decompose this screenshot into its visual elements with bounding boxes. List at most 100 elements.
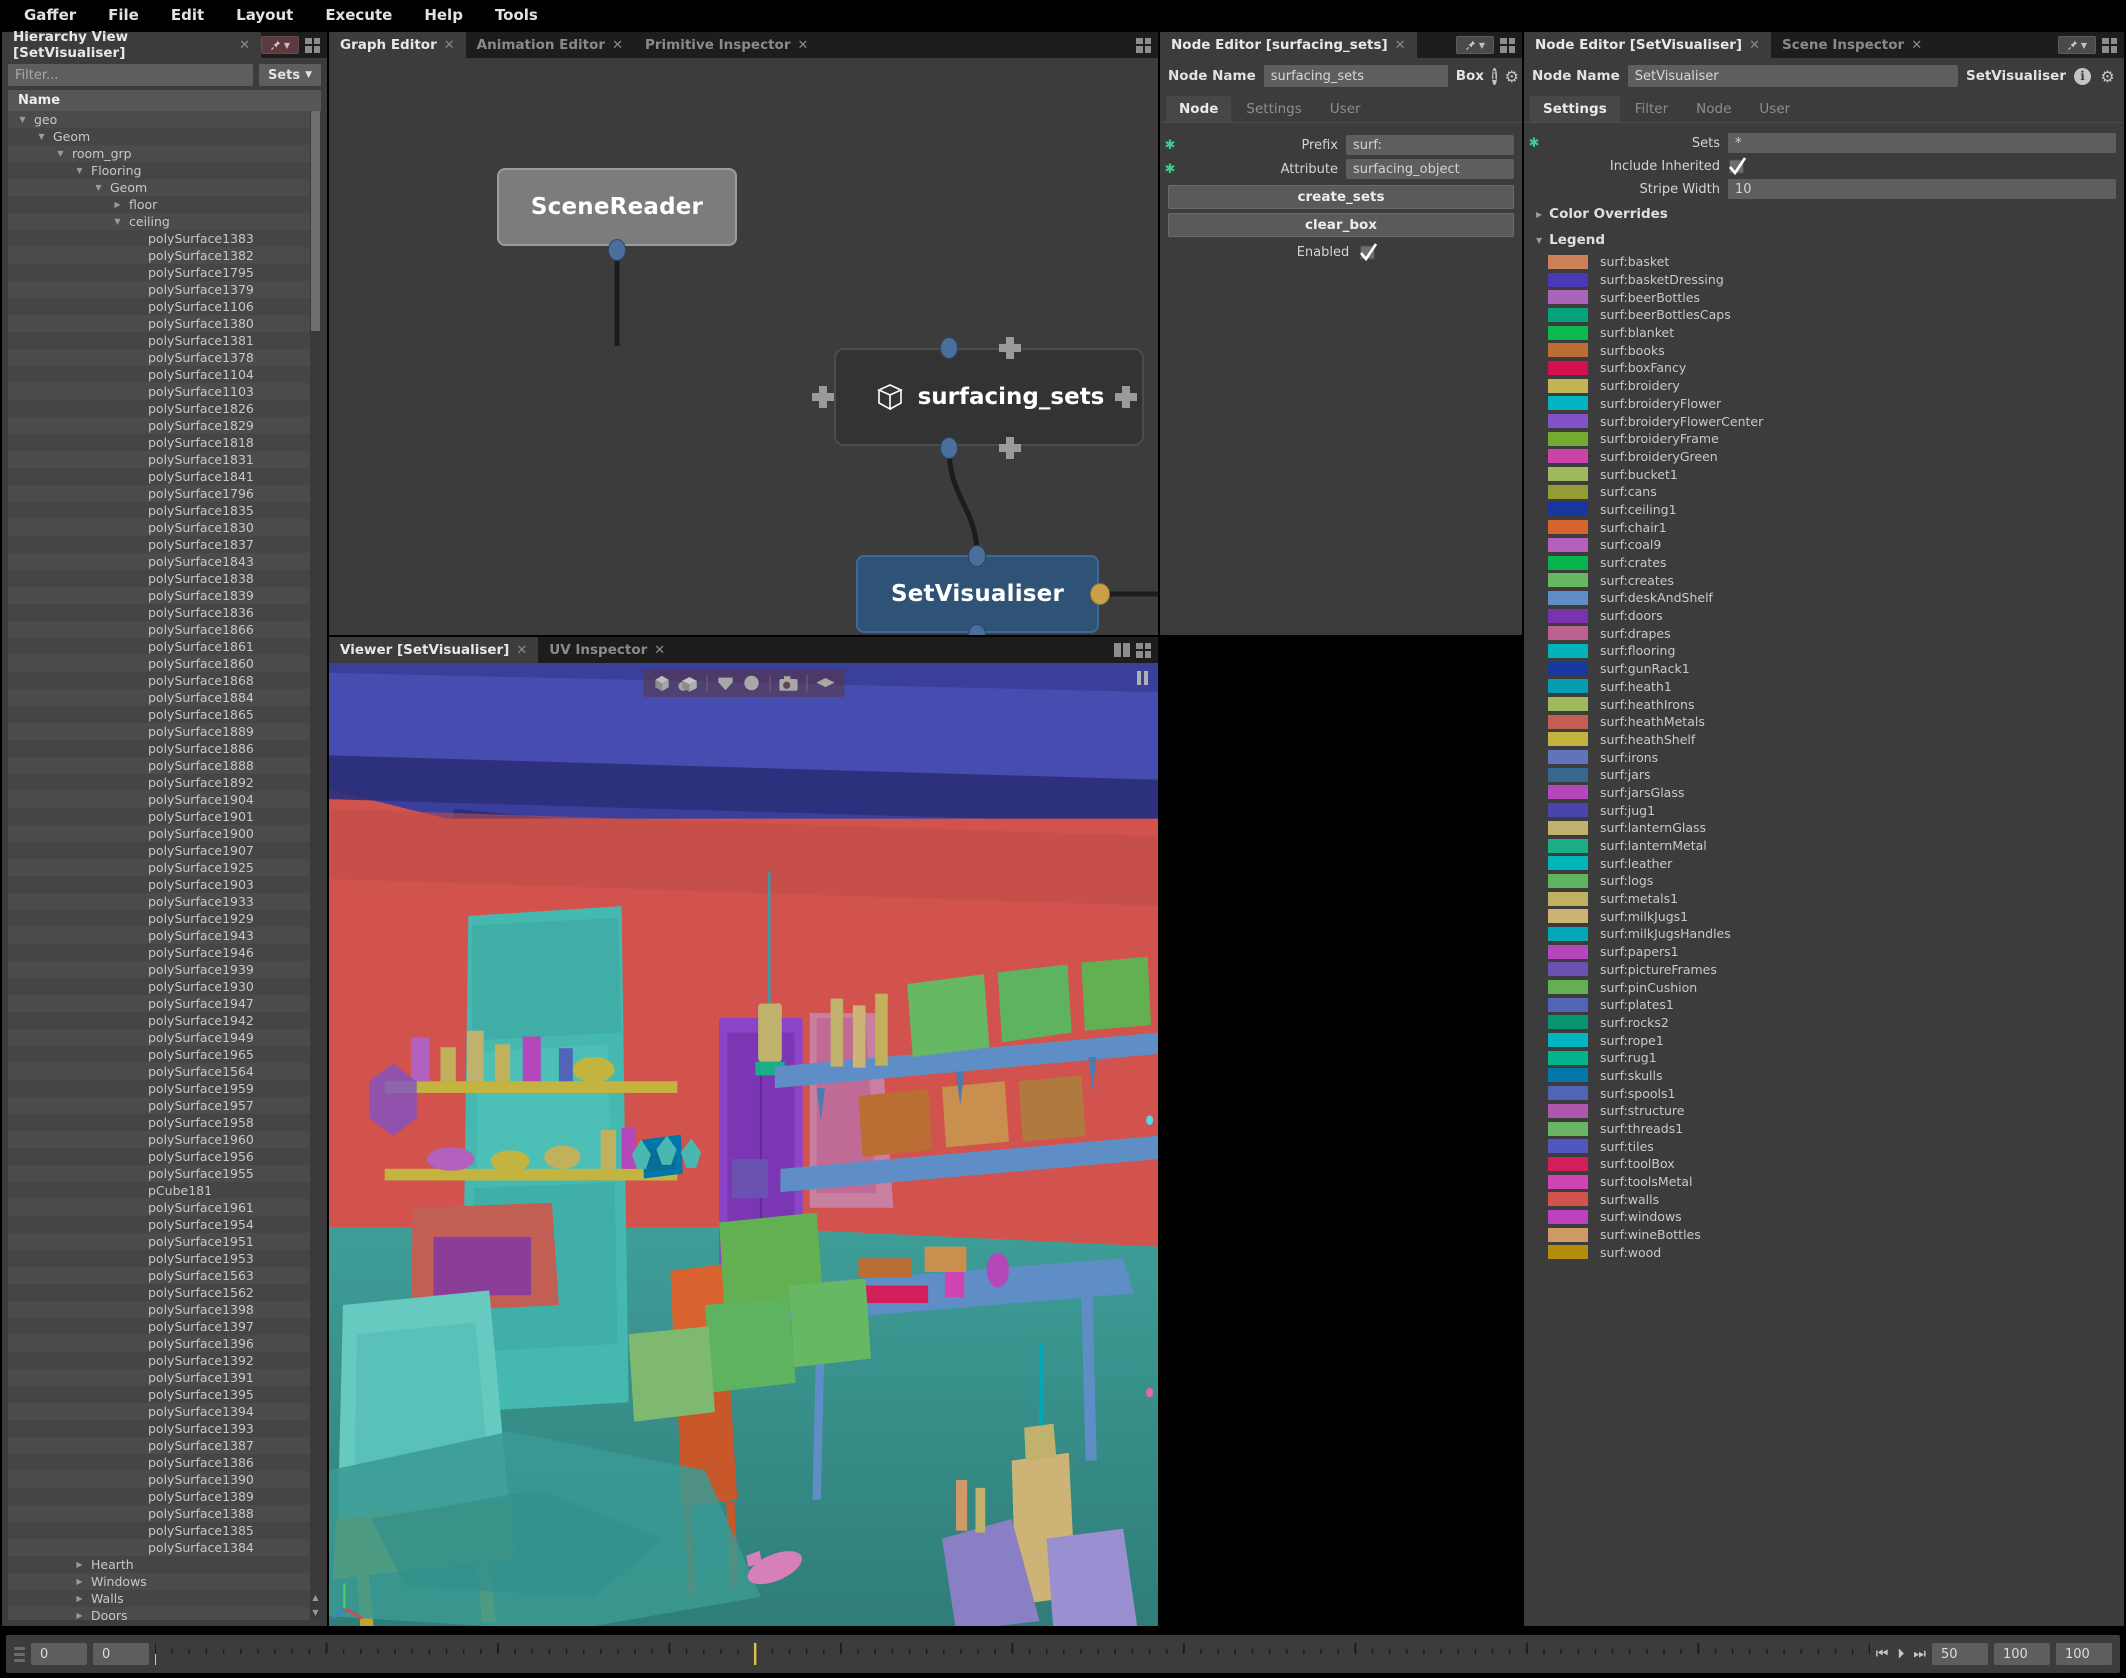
tree-row[interactable]: polySurface1385 — [8, 1522, 321, 1539]
tree-row[interactable]: polySurface1830 — [8, 519, 321, 536]
tree-row[interactable]: polySurface1838 — [8, 570, 321, 587]
tree-row[interactable]: ▼ Geom — [8, 128, 321, 145]
info-icon[interactable]: i — [2074, 67, 2091, 85]
tree-row[interactable]: polySurface1841 — [8, 468, 321, 485]
scroll-down-icon[interactable]: ▼ — [310, 1605, 321, 1620]
tree-row[interactable]: polySurface1396 — [8, 1335, 321, 1352]
scroll-up-icon[interactable]: ▲ — [310, 1590, 321, 1605]
shading-cube-icon[interactable] — [650, 672, 674, 694]
tree-row[interactable]: polySurface1564 — [8, 1063, 321, 1080]
tree-scroll-arrows[interactable]: ▲ ▼ — [310, 1590, 321, 1620]
tree-row[interactable]: polySurface1378 — [8, 349, 321, 366]
tree-row[interactable]: polySurface1866 — [8, 621, 321, 638]
section-color-overrides[interactable]: ▶ Color Overrides — [1524, 201, 2124, 227]
checkbox-checked-icon[interactable] — [1359, 243, 1378, 261]
tab-viewer[interactable]: Viewer [SetVisualiser] ✕ — [329, 637, 539, 663]
tree-row[interactable]: polySurface1795 — [8, 264, 321, 281]
timeline-current-frame[interactable]: 0 — [93, 1643, 149, 1665]
subtab-node[interactable]: Node — [1683, 96, 1744, 122]
tree-row[interactable]: polySurface1836 — [8, 604, 321, 621]
layout-grid-icon[interactable] — [1136, 642, 1151, 658]
tree-row[interactable]: polySurface1826 — [8, 400, 321, 417]
tab-node-editor-box[interactable]: Node Editor [surfacing_sets] ✕ — [1160, 32, 1417, 58]
tree-row[interactable]: polySurface1947 — [8, 995, 321, 1012]
tree-row[interactable]: polySurface1956 — [8, 1148, 321, 1165]
tree-row[interactable]: polySurface1943 — [8, 927, 321, 944]
tab-graph-editor[interactable]: Graph Editor ✕ — [329, 32, 466, 58]
create-sets-button[interactable]: create_sets — [1168, 185, 1514, 209]
tree-row[interactable]: polySurface1860 — [8, 655, 321, 672]
setvis-input-nub[interactable] — [968, 545, 986, 567]
timeline-end-field-2[interactable]: 100 — [2056, 1643, 2112, 1665]
tree-row[interactable]: polySurface1953 — [8, 1250, 321, 1267]
tree-row[interactable]: polySurface1903 — [8, 876, 321, 893]
layout-grid-icon[interactable] — [305, 37, 320, 53]
chevron-right-icon[interactable]: ▶ — [73, 1611, 86, 1620]
tree-row[interactable]: ▶ Windows — [8, 1573, 321, 1590]
tab-uv-inspector[interactable]: UV Inspector ✕ — [538, 637, 676, 663]
tree-row[interactable]: polySurface1889 — [8, 723, 321, 740]
layout-grid-icon[interactable] — [1500, 37, 1515, 53]
tree-row[interactable]: polySurface1865 — [8, 706, 321, 723]
tree-row[interactable]: polySurface1829 — [8, 417, 321, 434]
subtab-settings[interactable]: Settings — [1530, 96, 1620, 122]
close-icon[interactable]: ✕ — [1911, 38, 1922, 53]
tree-row[interactable]: ▶ Doors — [8, 1607, 321, 1620]
tree-scrollbar[interactable]: ▲ ▼ — [310, 111, 321, 1620]
close-icon[interactable]: ✕ — [612, 38, 623, 53]
tree-row[interactable]: polySurface1888 — [8, 757, 321, 774]
close-icon[interactable]: ✕ — [1749, 38, 1760, 53]
graph-canvas[interactable]: SceneReader surfacing_sets SetVisualiser — [329, 58, 1158, 635]
tab-node-editor-setvisualiser[interactable]: Node Editor [SetVisualiser] ✕ — [1524, 32, 1771, 58]
pause-render-button[interactable] — [1137, 671, 1148, 685]
graph-node-scenereader[interactable]: SceneReader — [497, 168, 737, 246]
tree-row[interactable]: polySurface1392 — [8, 1352, 321, 1369]
add-input-plus-icon[interactable] — [999, 337, 1021, 359]
tree-row[interactable]: polySurface1958 — [8, 1114, 321, 1131]
tab-scene-inspector[interactable]: Scene Inspector ✕ — [1771, 32, 1933, 58]
subtab-user[interactable]: User — [1746, 96, 1803, 122]
tree-row[interactable]: ▼ Flooring — [8, 162, 321, 179]
cube-icon[interactable] — [713, 672, 737, 694]
gear-icon[interactable]: ⚙ — [2099, 68, 2116, 85]
pin-button[interactable]: ▼ — [2058, 36, 2096, 54]
close-icon[interactable]: ✕ — [797, 38, 808, 53]
close-icon[interactable]: ✕ — [444, 38, 455, 53]
chevron-down-icon[interactable]: ▼ — [92, 183, 105, 192]
tree-row[interactable]: polySurface1843 — [8, 553, 321, 570]
chevron-down-icon[interactable]: ▼ — [73, 166, 86, 175]
chevron-down-icon[interactable]: ▼ — [35, 132, 48, 141]
param-value-prefix[interactable]: surf: — [1346, 135, 1514, 155]
tree-row[interactable]: polySurface1949 — [8, 1029, 321, 1046]
box-input-nub[interactable] — [940, 337, 958, 359]
tree-row[interactable]: polySurface1389 — [8, 1488, 321, 1505]
tree-row[interactable]: polySurface1395 — [8, 1386, 321, 1403]
add-left-plus-icon[interactable] — [812, 386, 834, 408]
tree-row[interactable]: polySurface1388 — [8, 1505, 321, 1522]
tree-row[interactable]: polySurface1907 — [8, 842, 321, 859]
subtab-user[interactable]: User — [1317, 96, 1374, 122]
tree-row[interactable]: polySurface1959 — [8, 1080, 321, 1097]
sphere-icon[interactable] — [739, 672, 763, 694]
node-output-nub[interactable] — [608, 239, 626, 261]
setvis-filter-nub[interactable] — [1090, 583, 1110, 605]
tree-row[interactable]: polySurface1930 — [8, 978, 321, 995]
tree-row[interactable]: polySurface1933 — [8, 893, 321, 910]
tree-row[interactable]: polySurface1387 — [8, 1437, 321, 1454]
menu-item-layout[interactable]: Layout — [220, 2, 309, 28]
tree-row[interactable]: polySurface1106 — [8, 298, 321, 315]
tree-row[interactable]: polySurface1961 — [8, 1199, 321, 1216]
sets-dropdown-button[interactable]: Sets ▼ — [258, 64, 321, 86]
tree-body[interactable]: ▼ geo ▼ Geom ▼ room_grp ▼ Flooring ▼ Geom ▶ floor ▼ c… — [8, 111, 321, 1620]
layout-grid-icon[interactable] — [1136, 37, 1151, 53]
skip-start-icon[interactable]: ⏮ — [1876, 1646, 1889, 1662]
skip-end-icon[interactable]: ⏭ — [1913, 1646, 1926, 1662]
close-icon[interactable]: ✕ — [239, 38, 250, 53]
tree-row[interactable]: polySurface1380 — [8, 315, 321, 332]
tree-row[interactable]: polySurface1868 — [8, 672, 321, 689]
timeline-ruler[interactable] — [154, 1641, 1871, 1667]
tree-scroll-thumb[interactable] — [311, 111, 320, 331]
tree-row[interactable]: polySurface1929 — [8, 910, 321, 927]
tree-row[interactable]: polySurface1386 — [8, 1454, 321, 1471]
tree-row[interactable]: pCube181 — [8, 1182, 321, 1199]
